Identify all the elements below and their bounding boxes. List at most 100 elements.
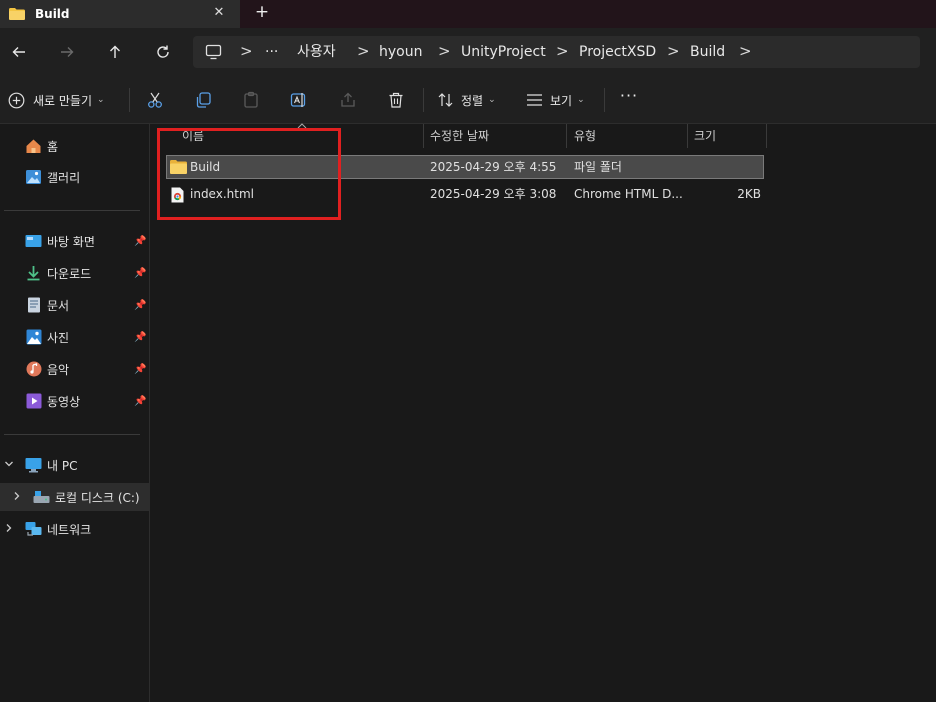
breadcrumb-separator: >	[357, 42, 370, 60]
breadcrumb-separator[interactable]: >	[739, 36, 752, 68]
chevron-down-icon: ⌄	[577, 95, 585, 105]
copy-button[interactable]	[193, 90, 213, 110]
sort-button-label: 정렬	[461, 93, 484, 108]
sidebar-item-gallery[interactable]: 갤러리	[0, 163, 150, 191]
sidebar-item-documents[interactable]: 문서 📌	[0, 291, 150, 319]
column-divider[interactable]	[766, 124, 767, 148]
pin-icon[interactable]: 📌	[134, 332, 146, 343]
download-icon	[25, 265, 42, 281]
column-header-size[interactable]: 크기	[694, 124, 716, 148]
folder-icon	[170, 160, 187, 174]
file-row-index-html[interactable]: index.html 2025-04-29 오후 3:08 Chrome HTM…	[166, 183, 764, 207]
share-button[interactable]	[338, 90, 358, 110]
breadcrumb-overflow[interactable]: ···	[265, 36, 278, 68]
monitor-icon	[205, 44, 222, 60]
cut-button[interactable]	[145, 90, 165, 110]
pin-icon[interactable]: 📌	[134, 396, 146, 407]
sidebar-item-local-disk[interactable]: 로컬 디스크 (C:)	[0, 483, 150, 511]
pin-icon[interactable]: 📌	[134, 300, 146, 311]
column-header-modified[interactable]: 수정한 날짜	[430, 124, 489, 148]
column-divider[interactable]	[566, 124, 567, 148]
pin-icon[interactable]: 📌	[134, 364, 146, 375]
sidebar-item-label: 네트워크	[47, 522, 92, 537]
column-header-type[interactable]: 유형	[574, 124, 596, 148]
breadcrumb-unityproject[interactable]: UnityProject	[461, 36, 546, 68]
chevron-down-icon: ⌄	[97, 95, 105, 105]
column-divider[interactable]	[423, 124, 424, 148]
new-tab-button[interactable]: +	[252, 3, 272, 23]
sort-button[interactable]: 정렬 ⌄	[437, 89, 496, 111]
plus-circle-icon	[8, 92, 25, 108]
breadcrumb-hyoun[interactable]: hyoun	[379, 36, 422, 68]
sidebar-item-label: 로컬 디스크 (C:)	[55, 490, 140, 505]
sidebar-item-network[interactable]: 네트워크	[0, 515, 150, 543]
sort-ascending-icon	[297, 122, 307, 131]
tab-build[interactable]: Build ✕	[0, 0, 240, 28]
chevron-down-icon[interactable]	[4, 459, 14, 472]
chevron-right-icon[interactable]	[4, 523, 14, 536]
sidebar-item-this-pc[interactable]: 내 PC	[0, 451, 150, 479]
desktop-icon	[25, 233, 42, 249]
back-button[interactable]	[7, 40, 31, 64]
column-header-name[interactable]: 이름	[182, 124, 204, 148]
sidebar-item-downloads[interactable]: 다운로드 📌	[0, 259, 150, 287]
network-icon	[25, 521, 42, 537]
rename-icon	[290, 93, 306, 107]
breadcrumb-projectxsd[interactable]: ProjectXSD	[579, 36, 656, 68]
file-row-build[interactable]: Build 2025-04-29 오후 4:55 파일 폴더	[166, 155, 764, 179]
address-bar[interactable]: > ··· 사용자 > hyoun > UnityProject > Proje…	[193, 36, 920, 68]
file-type: 파일 폴더	[574, 160, 622, 174]
breadcrumb-build[interactable]: Build	[690, 36, 725, 68]
sidebar-item-label: 내 PC	[47, 458, 78, 473]
close-tab-icon[interactable]: ✕	[210, 4, 228, 22]
sidebar-item-pictures[interactable]: 사진 📌	[0, 323, 150, 351]
more-options-button[interactable]: ···	[619, 88, 639, 108]
file-name: Build	[190, 160, 221, 174]
sidebar-item-label: 바탕 화면	[47, 234, 95, 249]
sidebar-item-home[interactable]: 홈	[0, 132, 150, 160]
view-button-label: 보기	[550, 93, 573, 108]
forward-button[interactable]	[55, 40, 79, 64]
divider	[129, 88, 130, 112]
pin-icon[interactable]: 📌	[134, 236, 146, 247]
sidebar-item-label: 사진	[47, 330, 70, 345]
pin-icon[interactable]: 📌	[134, 268, 146, 279]
copy-icon	[196, 92, 211, 108]
file-modified: 2025-04-29 오후 4:55	[430, 160, 557, 174]
file-modified: 2025-04-29 오후 3:08	[430, 187, 557, 201]
command-bar: 새로 만들기 ⌄ 정렬 ⌄ 보기 ⌄ ···	[0, 76, 936, 124]
title-bar: Build ✕ +	[0, 0, 936, 28]
sidebar-item-videos[interactable]: 동영상 📌	[0, 387, 150, 415]
forward-arrow-icon	[61, 47, 74, 57]
back-arrow-icon	[12, 47, 25, 57]
sidebar-item-desktop[interactable]: 바탕 화면 📌	[0, 227, 150, 255]
folder-icon	[9, 8, 25, 20]
scissors-icon	[148, 92, 162, 108]
music-icon	[25, 361, 42, 377]
view-button[interactable]: 보기 ⌄	[526, 89, 585, 111]
breadcrumb-users[interactable]: 사용자	[297, 36, 336, 68]
new-button[interactable]: 새로 만들기 ⌄	[8, 89, 105, 111]
up-button[interactable]	[103, 40, 127, 64]
sort-icon	[438, 93, 453, 107]
up-arrow-icon	[110, 45, 120, 58]
sidebar-item-label: 갤러리	[47, 170, 81, 185]
clipboard-icon	[244, 91, 258, 108]
rename-button[interactable]	[289, 90, 309, 110]
refresh-button[interactable]	[151, 40, 175, 64]
pictures-icon	[25, 329, 42, 345]
sidebar-item-label: 음악	[47, 362, 70, 377]
monitor-icon	[25, 457, 42, 473]
file-list: 이름 수정한 날짜 유형 크기 Build 2025-04-29 오후 4:55…	[151, 122, 936, 702]
column-divider[interactable]	[687, 124, 688, 148]
new-button-label: 새로 만들기	[33, 93, 93, 108]
breadcrumb-separator: >	[556, 42, 569, 60]
breadcrumb-separator: >	[240, 42, 253, 60]
chevron-right-icon[interactable]	[12, 491, 22, 504]
paste-button[interactable]	[241, 90, 261, 110]
refresh-icon	[157, 45, 169, 58]
delete-button[interactable]	[386, 90, 406, 110]
trash-icon	[389, 92, 403, 108]
sidebar-item-music[interactable]: 음악 📌	[0, 355, 150, 383]
documents-icon	[25, 297, 42, 313]
